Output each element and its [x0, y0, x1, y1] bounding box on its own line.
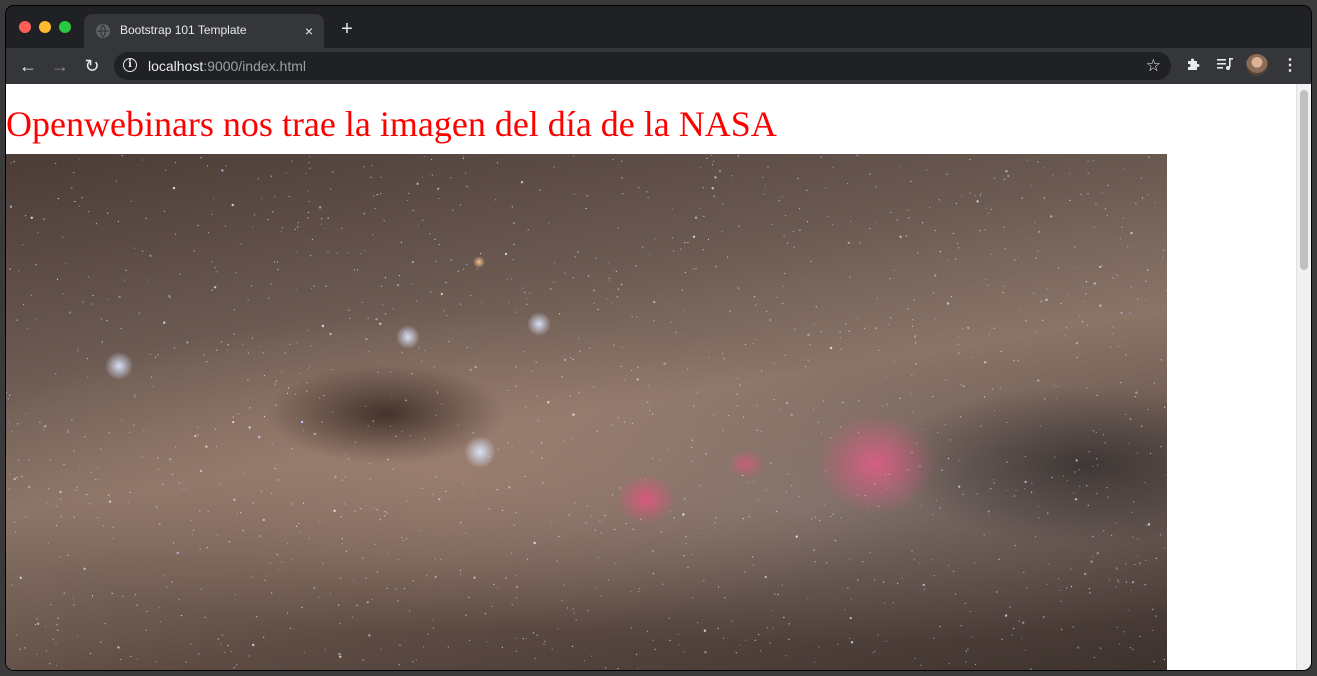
reload-button[interactable]: ↻ — [80, 54, 104, 78]
tab-strip: Bootstrap 101 Template × + — [6, 6, 1311, 48]
back-button[interactable]: ← — [16, 54, 40, 78]
window-minimize-button[interactable] — [39, 21, 51, 33]
tab-active[interactable]: Bootstrap 101 Template × — [84, 14, 324, 48]
globe-icon — [96, 24, 110, 38]
url-text[interactable]: localhost:9000/index.html — [148, 58, 306, 74]
browser-toolbar: ← → ↻ i localhost:9000/index.html ☆ ⋮ — [6, 48, 1311, 84]
forward-button[interactable]: → — [48, 54, 72, 78]
window-close-button[interactable] — [19, 21, 31, 33]
browser-window: Bootstrap 101 Template × + ← → ↻ i local… — [6, 6, 1311, 670]
bookmark-star-icon[interactable]: ☆ — [1146, 56, 1161, 76]
address-bar[interactable]: i localhost:9000/index.html ☆ — [114, 52, 1171, 80]
new-tab-button[interactable]: + — [336, 18, 358, 40]
media-queue-icon[interactable] — [1215, 56, 1235, 76]
scrollbar-thumb[interactable] — [1300, 90, 1308, 270]
url-host: localhost — [148, 58, 204, 74]
puzzle-icon[interactable] — [1183, 56, 1203, 76]
tab-title: Bootstrap 101 Template — [120, 23, 247, 37]
nasa-apod-image — [6, 154, 1167, 670]
page-heading: Openwebinars nos trae la imagen del día … — [6, 104, 777, 144]
profile-avatar[interactable] — [1246, 54, 1268, 76]
starfield-overlay — [6, 154, 1167, 670]
page-viewport: Openwebinars nos trae la imagen del día … — [6, 84, 1311, 670]
url-path: :9000/index.html — [203, 58, 306, 74]
window-maximize-button[interactable] — [59, 21, 71, 33]
site-info-icon[interactable]: i — [123, 58, 137, 72]
vertical-scrollbar[interactable] — [1296, 84, 1311, 670]
close-icon[interactable]: × — [300, 22, 318, 40]
kebab-menu-icon[interactable]: ⋮ — [1280, 54, 1300, 78]
